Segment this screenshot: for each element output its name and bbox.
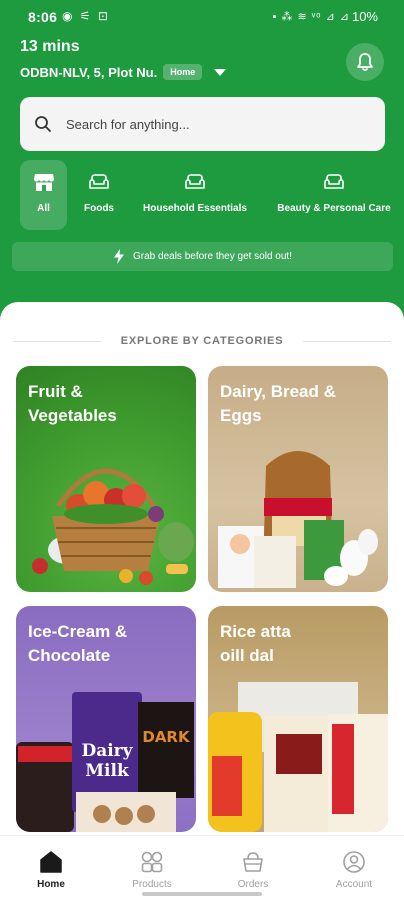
explore-heading: EXPLORE BY CATEGORIES xyxy=(0,334,404,348)
search-input[interactable] xyxy=(66,116,366,132)
nav-label: Home xyxy=(37,879,65,890)
lightning-icon xyxy=(114,249,124,264)
basket-icon xyxy=(243,852,263,872)
tab-beauty-personal-care[interactable]: Beauty & Personal Care xyxy=(272,160,396,230)
deals-banner[interactable]: Grab deals before they get sold out! xyxy=(12,242,393,271)
tab-foods[interactable]: Foods xyxy=(76,160,122,230)
nav-label: Orders xyxy=(237,879,269,890)
address-text: ODBN-NLV, 5, Plot Nu. xyxy=(20,64,158,80)
nav-label: Products xyxy=(132,879,172,890)
nav-orders[interactable]: Orders xyxy=(218,851,288,890)
tab-label: Beauty & Personal Care xyxy=(277,203,391,214)
section-title: EXPLORE BY CATEGORIES xyxy=(120,335,284,347)
status-system-icons: ▪ ⁂ ≋ ᵛᵒ ⊿ ⊿ xyxy=(272,11,350,23)
search-bar[interactable] xyxy=(20,97,385,151)
tab-household-essentials[interactable]: Household Essentials xyxy=(140,160,250,230)
svg-text:Dairy: Dairy xyxy=(81,741,133,761)
grocery-staples-image xyxy=(208,682,388,832)
home-icon xyxy=(40,851,62,873)
category-card-fruit-vegetables[interactable]: Fruit & Vegetables xyxy=(16,366,196,592)
divider xyxy=(12,340,101,342)
address-selector[interactable]: ODBN-NLV, 5, Plot Nu. Home xyxy=(20,64,227,80)
battery-level: 10% xyxy=(351,9,378,24)
delivery-time: 13 mins xyxy=(20,38,80,55)
category-card-dairy-bread-eggs[interactable]: Dairy, Bread & Eggs xyxy=(208,366,388,592)
notifications-button[interactable] xyxy=(346,43,384,81)
fruit-basket-image xyxy=(32,468,194,585)
sofa-icon xyxy=(89,174,109,189)
chocolate-products-image: Dairy Milk DARK xyxy=(16,692,194,832)
sofa-icon xyxy=(185,174,205,189)
status-notification-icons: ◉ ⚟ ⊡ xyxy=(62,9,110,23)
bell-icon xyxy=(357,53,373,72)
nav-products[interactable]: Products xyxy=(117,851,187,890)
user-icon xyxy=(343,851,365,873)
deals-text: Grab deals before they get sold out! xyxy=(133,251,292,262)
grid-icon xyxy=(141,851,163,873)
bottom-navigation: Home Products Orders Account xyxy=(0,835,404,900)
svg-text:DARK: DARK xyxy=(142,728,191,746)
chevron-down-icon[interactable] xyxy=(214,68,227,76)
category-card-icecream-chocolate[interactable]: Ice-Cream & Chocolate Dairy Milk DARK xyxy=(16,606,196,832)
sofa-icon xyxy=(324,174,344,189)
address-badge: Home xyxy=(163,64,203,80)
divider xyxy=(303,340,392,342)
tab-label: Foods xyxy=(84,203,114,214)
gesture-handle[interactable] xyxy=(142,892,262,896)
store-icon xyxy=(33,174,54,191)
tab-all[interactable]: All xyxy=(20,160,67,230)
tab-label: All xyxy=(37,203,50,214)
search-icon xyxy=(35,116,51,132)
nav-account[interactable]: Account xyxy=(319,851,389,890)
status-time: 8:06 xyxy=(28,9,58,25)
status-bar: 8:06 ◉ ⚟ ⊡ ▪ ⁂ ≋ ᵛᵒ ⊿ ⊿ 10% xyxy=(0,0,404,34)
category-card-rice-atta-oil-dal[interactable]: Rice atta oill dal xyxy=(208,606,388,832)
nav-label: Account xyxy=(335,879,373,890)
svg-text:Milk: Milk xyxy=(85,761,130,781)
tab-label: Household Essentials xyxy=(143,203,247,214)
nav-home[interactable]: Home xyxy=(16,851,86,890)
dairy-products-image xyxy=(218,451,378,588)
